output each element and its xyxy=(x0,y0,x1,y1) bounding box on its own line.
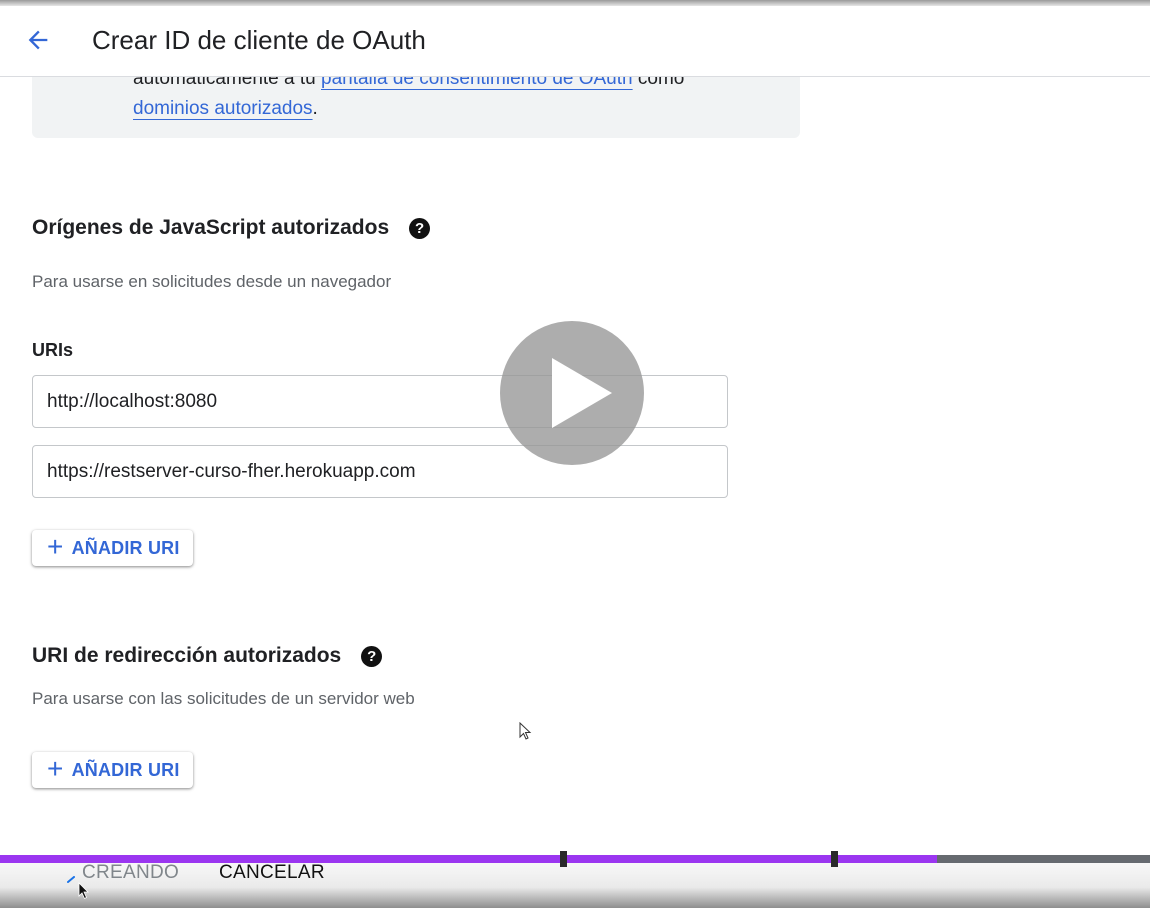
js-origins-description: Para usarse en solicitudes desde un nave… xyxy=(32,272,392,291)
mouse-cursor-icon xyxy=(78,882,89,900)
info-text-period: . xyxy=(312,98,318,119)
arrow-back-icon[interactable] xyxy=(24,26,52,54)
help-circle-icon[interactable]: ? xyxy=(361,645,383,667)
redirect-uris-title: URI de redirección autorizados ? xyxy=(32,644,383,668)
plus-icon: + xyxy=(47,753,64,784)
loading-spinner-icon xyxy=(67,876,75,883)
play-icon xyxy=(552,358,612,428)
video-play-button[interactable] xyxy=(500,321,644,465)
add-js-origin-uri-button[interactable]: + AÑADIR URI xyxy=(32,530,193,566)
top-edge xyxy=(0,0,1150,6)
add-uri-label: AÑADIR URI xyxy=(71,537,180,558)
uris-label: URIs xyxy=(32,340,74,360)
mouse-cursor-icon xyxy=(519,722,532,740)
js-origins-title-text: Orígenes de JavaScript autorizados xyxy=(32,216,390,239)
add-uri-label: AÑADIR URI xyxy=(71,759,180,780)
help-circle-icon[interactable]: ? xyxy=(409,217,431,239)
cancel-button[interactable]: CANCELAR xyxy=(219,862,325,884)
app-bar: Crear ID de cliente de OAuth xyxy=(0,4,1150,77)
js-origins-title: Orígenes de JavaScript autorizados ? xyxy=(32,216,431,240)
redirect-uris-description: Para usarse con las solicitudes de un se… xyxy=(32,689,415,708)
add-redirect-uri-button[interactable]: + AÑADIR URI xyxy=(32,752,193,788)
oauth-client-page: automáticamente a tu pantalla de consent… xyxy=(0,0,1150,908)
video-chapter-marker xyxy=(831,851,838,867)
authorized-domains-link[interactable]: dominios autorizados xyxy=(133,98,313,119)
plus-icon: + xyxy=(47,531,64,562)
page-title: Crear ID de cliente de OAuth xyxy=(92,25,426,55)
creating-button: CREANDO xyxy=(82,862,180,883)
redirect-uris-title-text: URI de redirección autorizados xyxy=(32,644,342,667)
video-chapter-marker xyxy=(560,851,567,867)
